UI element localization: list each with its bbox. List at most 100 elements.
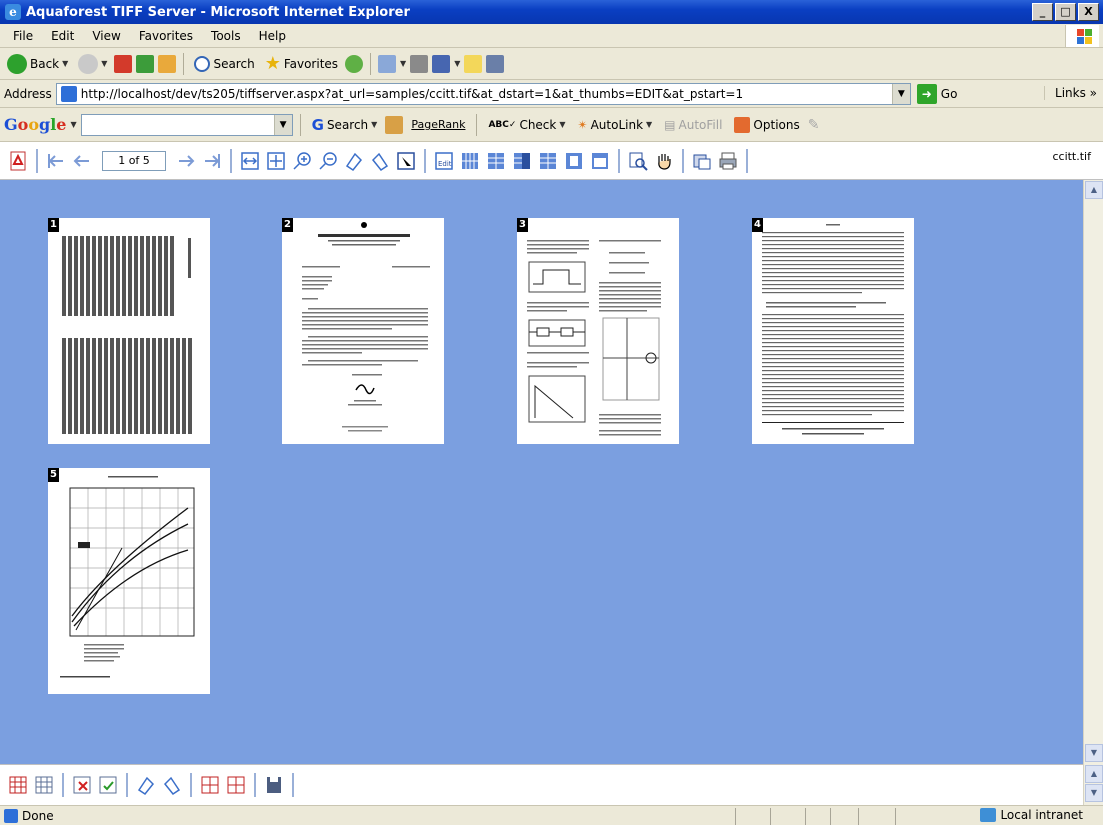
menu-view[interactable]: View — [83, 29, 129, 43]
toolbar-separator — [230, 148, 232, 173]
rotate-page-left-icon[interactable] — [134, 773, 158, 797]
history-icon[interactable] — [345, 54, 364, 73]
page-view-icon[interactable] — [588, 149, 612, 173]
toolbar-separator — [183, 52, 185, 75]
scroll-down-icon[interactable]: ▼ — [1085, 744, 1103, 762]
save-selection-icon[interactable] — [96, 773, 120, 797]
previous-page-icon[interactable] — [70, 149, 94, 173]
fit-page-icon[interactable] — [264, 149, 288, 173]
menu-favorites[interactable]: Favorites — [130, 29, 202, 43]
close-button[interactable]: X — [1078, 3, 1099, 21]
dropdown-arrow-icon: ▼ — [101, 59, 108, 68]
magnifier-icon[interactable] — [626, 149, 650, 173]
menu-edit[interactable]: Edit — [42, 29, 83, 43]
move-page-left-icon[interactable] — [198, 773, 222, 797]
single-page-icon[interactable] — [562, 149, 586, 173]
google-search-button[interactable]: G Search ▼ — [308, 116, 382, 134]
page-and-thumbs-icon[interactable] — [510, 149, 534, 173]
pdf-icon[interactable] — [6, 149, 30, 173]
thumbnail-page-2[interactable]: 2 — [282, 218, 444, 444]
select-all-icon[interactable] — [6, 773, 30, 797]
address-input[interactable]: http://localhost/dev/ts205/tiffserver.as… — [55, 82, 911, 105]
thumbnail-scrollbar[interactable]: ▲ ▼ — [1083, 180, 1103, 764]
window-title: Aquaforest TIFF Server - Microsoft Inter… — [26, 4, 410, 20]
edit-toolbar-scrollbar[interactable]: ▲ ▼ — [1083, 764, 1103, 805]
search-label: Search — [213, 56, 255, 71]
toolbar-separator — [254, 773, 256, 797]
fit-width-icon[interactable] — [238, 149, 262, 173]
back-button[interactable]: Back ▼ — [4, 51, 71, 77]
next-page-icon[interactable] — [174, 149, 198, 173]
search-button[interactable]: Search — [191, 51, 257, 77]
dropdown-arrow-icon: ▼ — [559, 120, 566, 129]
edit-mode-icon[interactable]: Edit — [432, 149, 456, 173]
forward-button[interactable]: ▼ — [75, 51, 110, 77]
options-button[interactable]: Options — [730, 116, 803, 133]
copy-icon[interactable] — [690, 149, 714, 173]
google-search-input[interactable]: ▼ — [80, 113, 293, 136]
toolbar-separator — [62, 773, 64, 797]
refresh-icon[interactable] — [136, 54, 155, 73]
select-none-icon[interactable] — [32, 773, 56, 797]
file-name: ccitt.tif — [1052, 150, 1091, 163]
menu-tools[interactable]: Tools — [202, 29, 250, 43]
messenger-icon[interactable] — [486, 54, 505, 73]
mail-icon[interactable] — [378, 54, 397, 73]
block-popups-icon[interactable] — [385, 115, 404, 134]
thumbnails-grid-icon[interactable] — [458, 149, 482, 173]
toolbar-separator — [299, 113, 301, 136]
move-page-right-icon[interactable] — [224, 773, 248, 797]
stop-icon[interactable] — [114, 54, 133, 73]
select-area-icon[interactable] — [394, 149, 418, 173]
dropdown-arrow-icon[interactable]: ▼ — [70, 120, 76, 129]
dropdown-arrow-icon[interactable]: ▼ — [454, 59, 460, 68]
pan-hand-icon[interactable] — [652, 149, 676, 173]
tiff-viewer: 1 of 5 Edit ccitt.tif 1 2 3 4 5 ▲ ▼ ▲ ▼ — [0, 142, 1103, 805]
rotate-right-icon[interactable] — [368, 149, 392, 173]
dropdown-arrow-icon[interactable]: ▼ — [400, 59, 406, 68]
minimize-button[interactable]: _ — [1032, 3, 1053, 21]
menu-file[interactable]: File — [4, 29, 42, 43]
go-label: Go — [940, 86, 958, 101]
first-page-icon[interactable] — [44, 149, 68, 173]
menu-bar: File Edit View Favorites Tools Help — [0, 24, 1103, 48]
scroll-up-icon[interactable]: ▲ — [1085, 765, 1103, 783]
intranet-icon — [980, 808, 997, 822]
page-number-input[interactable]: 1 of 5 — [102, 150, 166, 171]
scroll-down-icon[interactable]: ▼ — [1085, 784, 1103, 802]
autofill-button[interactable]: ▤ AutoFill — [660, 118, 726, 132]
page-3-preview — [527, 240, 661, 436]
menu-help[interactable]: Help — [250, 29, 295, 43]
google-logo[interactable]: Google — [4, 115, 66, 134]
links-button[interactable]: Links » — [1044, 86, 1097, 100]
delete-page-icon[interactable] — [70, 773, 94, 797]
print-icon[interactable] — [410, 54, 429, 73]
home-icon[interactable] — [158, 54, 177, 73]
thumbnail-page-3[interactable]: 3 — [517, 218, 679, 444]
zoom-in-icon[interactable] — [290, 149, 314, 173]
favorites-button[interactable]: ★ Favorites — [262, 51, 341, 77]
thumbnails-list-icon[interactable] — [484, 149, 508, 173]
notes-icon[interactable] — [464, 54, 483, 73]
rotate-page-right-icon[interactable] — [160, 773, 184, 797]
spell-check-button[interactable]: ABC✓ Check ▼ — [484, 118, 569, 132]
address-dropdown-icon[interactable]: ▼ — [891, 83, 910, 104]
edit-word-icon[interactable] — [432, 54, 451, 73]
scroll-up-icon[interactable]: ▲ — [1085, 181, 1103, 199]
print-viewer-icon[interactable] — [716, 149, 740, 173]
google-search-dropdown-icon[interactable]: ▼ — [273, 114, 292, 135]
autolink-button[interactable]: ✴ AutoLink ▼ — [574, 118, 657, 132]
maximize-button[interactable]: □ — [1055, 3, 1076, 21]
last-page-icon[interactable] — [200, 149, 224, 173]
thumbnail-page-4[interactable]: 4 — [752, 218, 914, 444]
thumbnail-page-1[interactable]: 1 — [48, 218, 210, 444]
go-button[interactable]: ➜ Go — [916, 83, 958, 104]
thumbnail-page-5[interactable]: 5 — [48, 468, 210, 694]
zoom-out-icon[interactable] — [316, 149, 340, 173]
rotate-left-icon[interactable] — [342, 149, 366, 173]
highlight-pen-icon[interactable]: ✎ — [808, 117, 820, 133]
pagerank-button[interactable]: PageRank — [407, 118, 469, 131]
page-icon — [60, 85, 77, 102]
two-column-icon[interactable] — [536, 149, 560, 173]
save-icon[interactable] — [262, 773, 286, 797]
